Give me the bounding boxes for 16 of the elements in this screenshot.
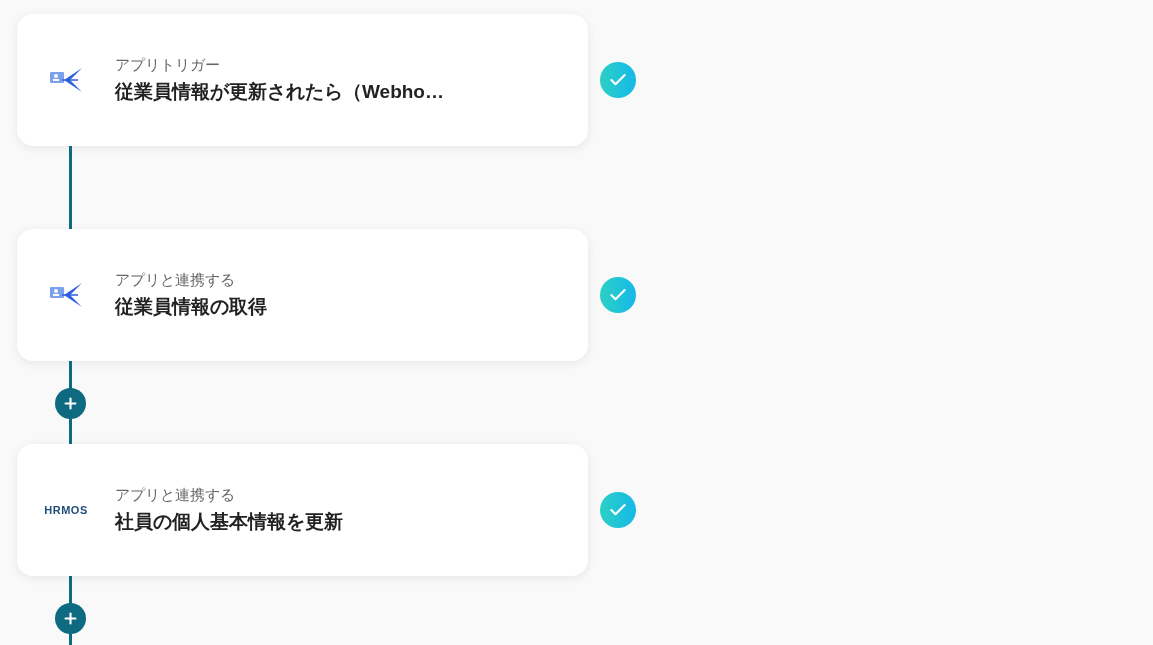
step-title: 従業員情報が更新されたら（Webho… xyxy=(115,80,444,104)
step-title: 社員の個人基本情報を更新 xyxy=(115,510,343,534)
add-step-button[interactable] xyxy=(55,388,86,419)
person-card-icon xyxy=(48,66,84,94)
hrmos-logo: HRMOS xyxy=(44,502,88,518)
plus-icon xyxy=(62,610,79,627)
step-card[interactable]: HRMOS アプリと連携する 社員の個人基本情報を更新 xyxy=(17,444,588,576)
step-card[interactable]: アプリと連携する 従業員情報の取得 xyxy=(17,229,588,361)
step-card[interactable]: アプリトリガー 従業員情報が更新されたら（Webho… xyxy=(17,14,588,146)
add-step-button[interactable] xyxy=(55,603,86,634)
step-category: アプリと連携する xyxy=(115,269,236,290)
step-category: アプリと連携する xyxy=(115,484,236,505)
step-title: 従業員情報の取得 xyxy=(115,295,267,319)
step-category: アプリトリガー xyxy=(115,54,221,75)
plus-icon xyxy=(62,395,79,412)
person-card-icon xyxy=(48,281,84,309)
